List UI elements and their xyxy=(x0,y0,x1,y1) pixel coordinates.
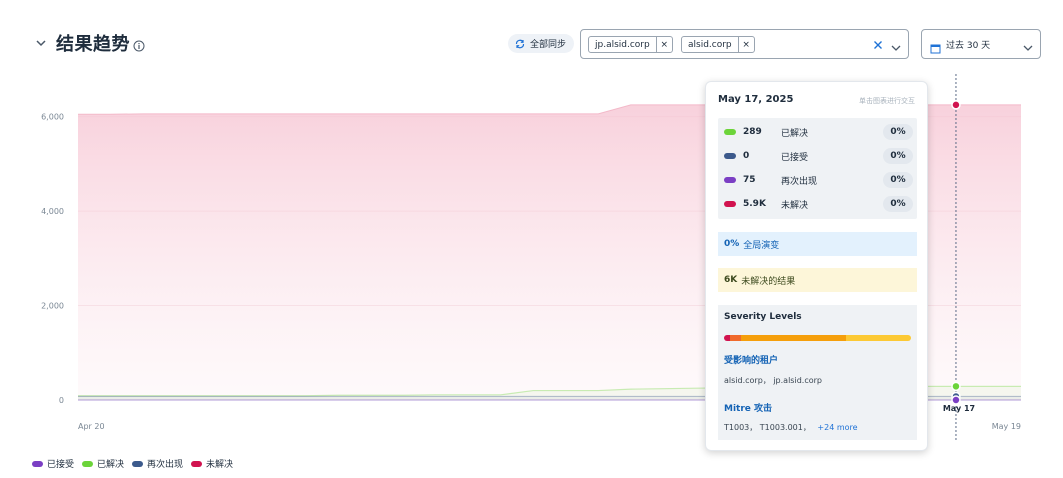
series-swatch xyxy=(724,201,736,207)
mitre-value: T1003， T1003.001， +24 more xyxy=(724,422,858,433)
global-evolution-label: 全局演变 xyxy=(743,240,780,251)
sync-icon xyxy=(514,38,526,50)
chip-remove-icon[interactable]: × xyxy=(737,37,754,52)
global-evolution-value: 0% xyxy=(724,239,740,249)
mitre-title: Mitre 攻击 xyxy=(724,404,773,414)
x-tick-label: May 19 xyxy=(992,422,1021,431)
tooltip-label: 已解决 xyxy=(781,128,809,139)
highlight-date-label: May 17 xyxy=(943,404,975,413)
tenant-filter[interactable]: jp.alsid.corp × alsid.corp × xyxy=(580,29,909,59)
chip-remove-icon[interactable]: × xyxy=(655,37,672,52)
severity-bar xyxy=(724,335,911,341)
y-tick-label: 4,000 xyxy=(41,207,64,216)
tooltip-label: 已接受 xyxy=(781,152,809,163)
tooltip-value: 289 xyxy=(743,127,762,137)
chip-alsid-corp: alsid.corp × xyxy=(681,36,755,53)
severity-title: Severity Levels xyxy=(724,312,802,322)
severity-segment-low xyxy=(845,335,911,341)
sync-all-label: 全部同步 xyxy=(530,40,567,50)
clear-icon[interactable] xyxy=(871,37,885,51)
tooltip-percent: 0% xyxy=(883,172,913,188)
tooltip-percent: 0% xyxy=(883,196,913,212)
y-tick-label: 0 xyxy=(59,396,64,405)
date-range-select[interactable]: 过去 30 天 xyxy=(921,29,1041,59)
tooltip-value: 75 xyxy=(743,175,756,185)
tooltip-severity-panel: Severity Levels 受影响的租户 alsid.corp， jp.al… xyxy=(718,305,917,440)
tooltip-row-accepted: 0 已接受 0% xyxy=(718,146,917,166)
legend-label: 已解决 xyxy=(97,460,125,470)
tooltip-hint: 单击图表进行交互 xyxy=(859,97,915,105)
mitre-techniques: T1003， T1003.001， xyxy=(724,423,811,432)
series-swatch xyxy=(724,177,736,183)
legend-swatch xyxy=(82,460,94,467)
tooltip-percent: 0% xyxy=(883,124,913,140)
affected-tenants-value: alsid.corp， jp.alsid.corp xyxy=(724,376,822,385)
highlight-dot xyxy=(951,381,961,392)
chevron-down-icon xyxy=(1022,39,1034,51)
tooltip-global-evolution: 0% 全局演变 xyxy=(718,232,917,256)
legend-item-accepted[interactable]: 已接受 xyxy=(32,457,74,470)
legend-label: 未解决 xyxy=(206,460,234,470)
chip-label: jp.alsid.corp xyxy=(595,39,650,50)
legend-item-reappeared[interactable]: 再次出现 xyxy=(132,457,183,470)
chip-label: alsid.corp xyxy=(688,39,732,50)
series-swatch xyxy=(724,153,736,159)
calendar-icon xyxy=(930,39,941,54)
tooltip-row-unresolved: 5.9K 未解决 0% xyxy=(718,194,917,214)
chevron-down-icon[interactable] xyxy=(34,36,48,50)
info-icon[interactable] xyxy=(133,37,145,52)
affected-tenants-title: 受影响的租户 xyxy=(724,356,779,366)
legend-label: 已接受 xyxy=(47,460,75,470)
legend-swatch xyxy=(132,460,144,467)
page-title: 结果趋势 xyxy=(56,34,130,55)
chart-legend: 已接受 已解决 再次出现 未解决 xyxy=(32,457,233,470)
severity-segment-medium xyxy=(740,335,846,341)
highlight-dot xyxy=(951,100,961,110)
tooltip-open-findings: 6K 未解决的结果 xyxy=(718,268,917,292)
tooltip-series-list: 289 已解决 0% 0 已接受 0% 75 再次出现 0% 5.9K 未解决 … xyxy=(718,118,917,219)
chart-tooltip: May 17, 2025 单击图表进行交互 289 已解决 0% 0 已接受 0… xyxy=(705,81,928,451)
legend-label: 再次出现 xyxy=(147,460,184,470)
highlight-dot xyxy=(951,395,961,405)
series-swatch xyxy=(724,129,736,135)
tooltip-label: 再次出现 xyxy=(781,176,818,187)
legend-item-unresolved[interactable]: 未解决 xyxy=(191,457,233,470)
tooltip-row-reappeared: 75 再次出现 0% xyxy=(718,170,917,190)
chip-jp-alsid-corp: jp.alsid.corp × xyxy=(588,36,673,53)
tooltip-label: 未解决 xyxy=(781,200,809,211)
open-findings-label: 未解决的结果 xyxy=(741,276,796,287)
tooltip-row-resolved: 289 已解决 0% xyxy=(718,122,917,142)
y-tick-label: 2,000 xyxy=(41,302,64,311)
tooltip-value: 0 xyxy=(743,151,750,161)
legend-swatch xyxy=(32,460,43,467)
date-range-label: 过去 30 天 xyxy=(946,41,991,51)
legend-swatch xyxy=(191,460,203,467)
mitre-more-link[interactable]: +24 more xyxy=(817,423,857,432)
tooltip-date: May 17, 2025 xyxy=(718,94,794,105)
tooltip-value: 5.9K xyxy=(743,199,766,209)
x-tick-label: Apr 20 xyxy=(78,422,105,431)
chevron-down-icon[interactable] xyxy=(890,39,902,51)
tooltip-percent: 0% xyxy=(883,148,913,164)
sync-all-button[interactable]: 全部同步 xyxy=(508,34,575,53)
open-findings-value: 6K xyxy=(724,275,738,285)
legend-item-resolved[interactable]: 已解决 xyxy=(82,457,124,470)
y-tick-label: 6,000 xyxy=(41,113,64,122)
severity-segment-high xyxy=(729,335,741,341)
